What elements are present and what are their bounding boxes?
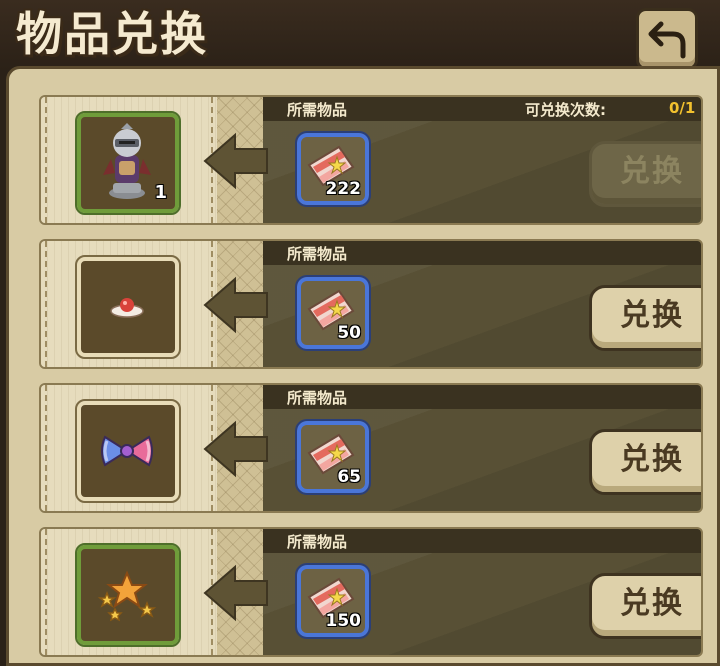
perforation [45, 385, 49, 511]
reward-slot[interactable] [75, 399, 181, 503]
exchange-button[interactable]: 兑换 [589, 285, 701, 351]
page-title: 物品兑换 [16, 7, 208, 61]
arrow-left-icon [203, 276, 268, 334]
exchange-row: 所需物品 150 兑换 [39, 527, 703, 657]
cost-amount: 65 [337, 467, 361, 487]
cost-slot[interactable]: 222 [295, 131, 371, 207]
cost-amount: 222 [325, 179, 362, 199]
perforation [45, 97, 49, 223]
exchange-row: 1 所需物品 可兑换次数: 0/1 222 兑换 [39, 95, 703, 225]
cost-amount: 50 [337, 323, 361, 343]
reward-area [41, 241, 217, 367]
cost-area: 所需物品 65 兑换 [263, 385, 701, 511]
reward-area [41, 529, 217, 655]
cost-amount: 150 [325, 611, 362, 631]
exchange-row: 所需物品 65 兑换 [39, 383, 703, 513]
arrow-left-icon [203, 132, 268, 190]
reward-count: 1 [154, 182, 167, 203]
cost-slot[interactable]: 150 [295, 563, 371, 639]
red-orb-plate-icon [110, 298, 144, 318]
required-items-label: 所需物品 [287, 245, 348, 263]
row-header: 所需物品 可兑换次数: 0/1 [263, 97, 701, 121]
required-items-label: 所需物品 [287, 533, 348, 551]
reward-area: 1 [41, 97, 217, 223]
exchange-limit-label: 可兑换次数: [525, 101, 606, 119]
arrow-left-icon [203, 420, 268, 478]
reward-area [41, 385, 217, 511]
exchange-row: 所需物品 50 兑换 [39, 239, 703, 369]
exchange-button[interactable]: 兑换 [589, 429, 701, 495]
exchange-button[interactable]: 兑换 [589, 573, 701, 639]
cost-slot[interactable]: 50 [295, 275, 371, 351]
cost-area: 所需物品 50 兑换 [263, 241, 701, 367]
reward-slot[interactable]: 1 [75, 111, 181, 215]
row-header: 所需物品 [263, 385, 701, 409]
perforation [45, 241, 49, 367]
back-button[interactable] [636, 8, 698, 70]
exchange-limit-value: 0/1 [669, 99, 696, 117]
row-header: 所需物品 [263, 529, 701, 553]
required-items-label: 所需物品 [287, 389, 348, 407]
perforation [45, 529, 49, 655]
back-arrow-icon [648, 21, 686, 59]
cost-area: 所需物品 可兑换次数: 0/1 222 兑换 [263, 97, 701, 223]
row-header: 所需物品 [263, 241, 701, 265]
reward-slot[interactable] [75, 255, 181, 359]
required-items-label: 所需物品 [287, 101, 348, 119]
reward-slot[interactable] [75, 543, 181, 647]
cost-area: 所需物品 150 兑换 [263, 529, 701, 655]
arrow-left-icon [203, 564, 268, 622]
bow-ribbon-icon [101, 435, 153, 467]
stars-icon [97, 570, 157, 622]
exchange-panel: 1 所需物品 可兑换次数: 0/1 222 兑换 所需物品 50 兑换 所需物品… [6, 66, 720, 666]
exchange-button[interactable]: 兑换 [589, 141, 701, 207]
cost-slot[interactable]: 65 [295, 419, 371, 495]
